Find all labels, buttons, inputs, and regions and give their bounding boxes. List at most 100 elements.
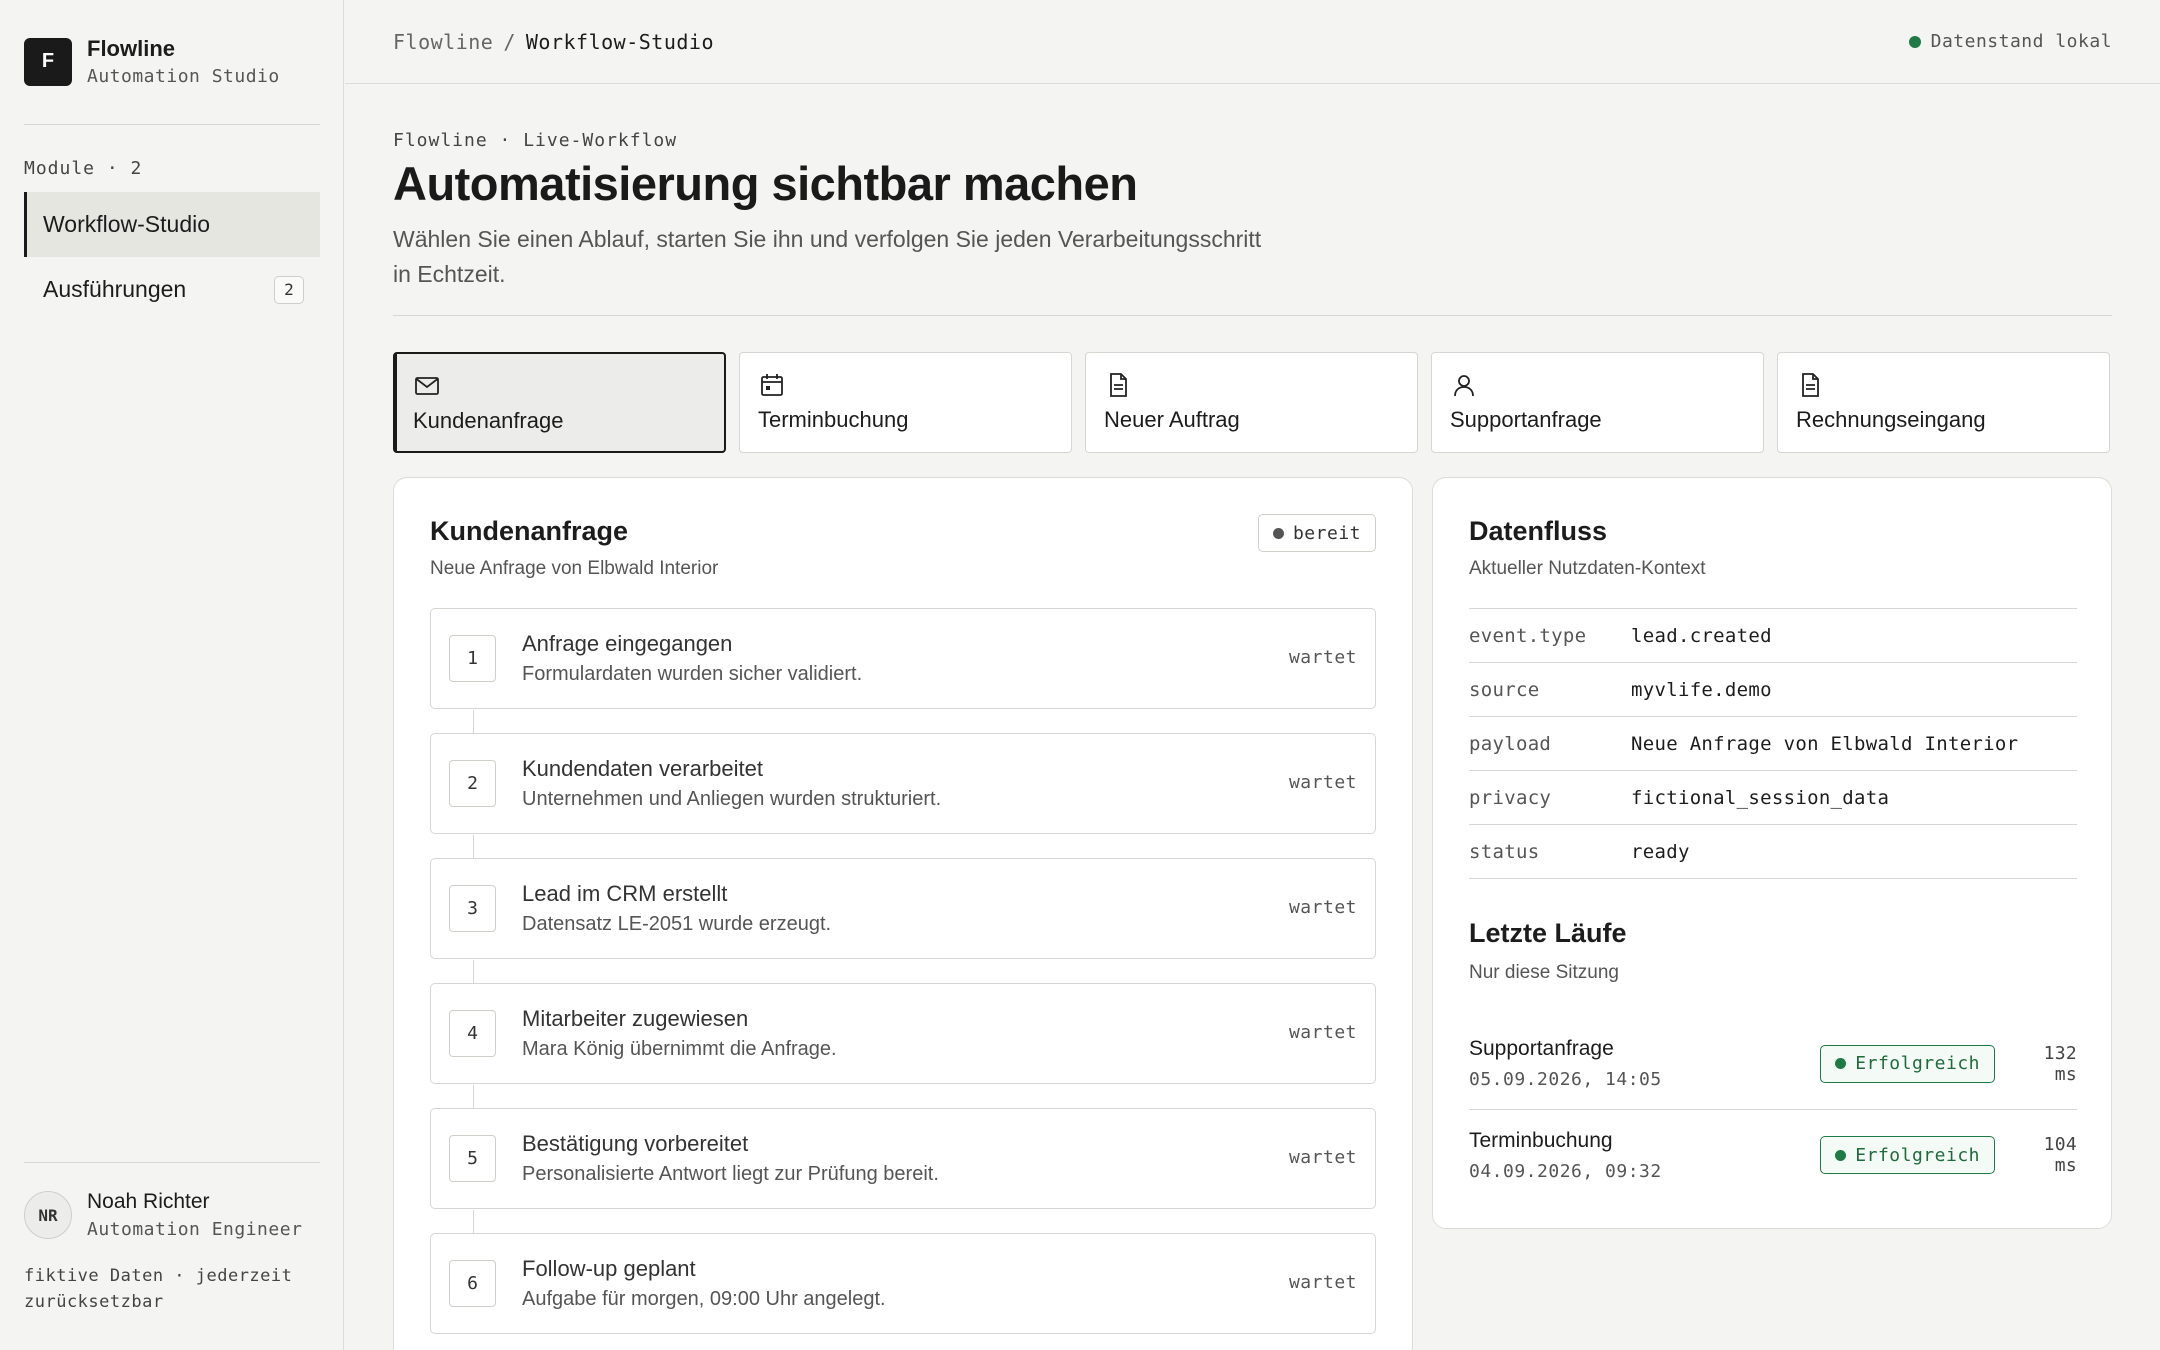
step-state: wartet [1288,647,1357,668]
header-divider [393,315,2112,316]
step-number: 2 [449,760,496,807]
payload-table: event.type lead.created source myvlife.d… [1469,608,2077,879]
page-eyebrow: Flowline · Live-Workflow [393,130,678,151]
payload-row: status ready [1469,825,2077,879]
recent-runs-list: Supportanfrage 05.09.2026, 14:05 Erfolgr… [1469,1018,2077,1200]
sidebar-divider [24,124,320,125]
workflow-card-label: Neuer Auftrag [1104,407,1240,432]
sidebar-nav: Workflow-Studio Ausführungen 2 [24,192,320,322]
step-connector [473,1085,474,1109]
breadcrumb: Flowline / Workflow-Studio [393,30,714,54]
step-description: Formulardaten wurden sicher validiert. [522,663,863,685]
workflow-card-kundenanfrage[interactable]: Kundenanfrage [393,352,726,453]
list-item[interactable]: Terminbuchung 04.09.2026, 09:32 Erfolgre… [1469,1109,2077,1200]
step-number: 1 [449,635,496,682]
status-dot-icon [1835,1058,1847,1069]
step-title: Lead im CRM erstellt [522,881,728,906]
data-state-indicator: Datenstand lokal [1908,31,2112,52]
mail-icon [415,377,439,395]
count-badge: 2 [274,275,304,304]
run-date: 04.09.2026, 09:32 [1469,1160,1662,1182]
run-duration: 104 ms [2043,1134,2077,1176]
payload-key: payload [1469,732,1552,755]
payload-row: event.type lead.created [1469,609,2077,663]
page-title: Automatisierung sichtbar machen [393,157,1138,210]
step-title: Kundendaten verarbeitet [522,756,763,781]
step-description: Unternehmen und Anliegen wurden struktur… [522,788,942,810]
payload-key: event.type [1469,624,1587,647]
payload-value: lead.created [1631,624,1772,647]
data-flow-subtitle: Aktueller Nutzdaten-Kontext [1469,558,1706,579]
sidebar-item-label: Workflow-Studio [43,211,211,237]
status-dot-icon [1835,1149,1847,1161]
topbar: Flowline / Workflow-Studio Datenstand loka… [345,0,2160,84]
data-state-label: Datenstand lokal [1930,31,2112,52]
footnote: fiktive Daten · jederzeit zurücksetzbar [24,1266,293,1312]
step-number: 6 [449,1260,496,1307]
workflow-card-label: Rechnungseingang [1796,407,1986,432]
sidebar-item-ausfuehrungen[interactable]: Ausführungen 2 [24,257,320,322]
workflow-card-label: Supportanfrage [1450,407,1602,432]
payload-value: myvlife.demo [1631,678,1772,701]
step-state: wartet [1288,772,1357,793]
status-badge: Erfolgreich [1820,1136,1995,1174]
payload-key: privacy [1469,786,1552,809]
user-name: Noah Richter [87,1190,210,1213]
user-profile[interactable]: NR Noah Richter Automation Engineer [24,1190,302,1240]
payload-row: privacy fictional_session_data [1469,771,2077,825]
workflow-step: 3 Lead im CRM erstellt Datensatz LE-2051… [430,858,1376,984]
data-flow-panel: Datenfluss Aktueller Nutzdaten-Kontext e… [1432,477,2112,1229]
workflow-card-neuer-auftrag[interactable]: Neuer Auftrag [1085,352,1418,453]
sidebar: F Flowline Automation Studio Module · 2 … [0,0,344,1350]
calendar-icon [761,374,783,396]
run-name: Terminbuchung [1469,1128,1613,1152]
status-badge-label: Erfolgreich [1855,1144,1980,1166]
step-description: Aufgabe für morgen, 09:00 Uhr angelegt. [522,1288,886,1310]
workflow-panel-title: Kundenanfrage [430,516,629,546]
status-dot-icon [1908,35,1921,48]
workflow-step: 6 Follow-up geplant Aufgabe für morgen, … [430,1233,1376,1334]
step-connector [473,1210,474,1234]
step-state: wartet [1288,1022,1357,1043]
breadcrumb-current: Workflow-Studio [525,29,714,54]
list-item[interactable]: Supportanfrage 05.09.2026, 14:05 Erfolgr… [1469,1018,2077,1109]
payload-key: source [1469,678,1540,701]
step-connector [473,960,474,984]
payload-row: payload Neue Anfrage von Elbwald Interio… [1469,717,2077,771]
brand[interactable]: F Flowline Automation Studio [24,36,280,87]
recent-runs-title: Letzte Läufe [1469,918,1627,948]
step-connector [473,710,474,734]
status-badge: Erfolgreich [1820,1044,1995,1083]
sidebar-item-label: Ausführungen [43,276,187,302]
payload-value: Neue Anfrage von Elbwald Interior [1631,732,2019,755]
data-flow-title: Datenfluss [1469,516,1608,546]
breadcrumb-root[interactable]: Flowline [393,30,493,54]
step-title: Follow-up geplant [522,1256,696,1281]
page-description: Wählen Sie einen Ablauf, starten Sie ihn… [393,226,1262,287]
workflow-card-label: Terminbuchung [758,407,909,432]
step-state: wartet [1288,897,1357,918]
recent-runs-subtitle: Nur diese Sitzung [1469,962,1619,983]
brand-subtitle: Automation Studio [87,66,280,87]
sidebar-item-workflow-studio[interactable]: Workflow-Studio [24,192,320,257]
status-badge: bereit [1257,514,1376,552]
step-title: Anfrage eingegangen [522,631,733,656]
step-state: wartet [1288,1272,1357,1293]
workflow-step: 5 Bestätigung vorbereitet Personalisiert… [430,1108,1376,1234]
workflow-card-label: Kundenanfrage [413,408,564,433]
user-role: Automation Engineer [87,1219,303,1240]
avatar: NR [24,1191,72,1239]
workflow-panel-subtitle: Neue Anfrage von Elbwald Interior [430,558,719,579]
workflow-card-rechnungseingang[interactable]: Rechnungseingang [1777,352,2110,453]
workflow-card-terminbuchung[interactable]: Terminbuchung [739,352,1072,453]
document-icon [1802,373,1819,397]
step-title: Mitarbeiter zugewiesen [522,1006,749,1031]
workflow-panel: Kundenanfrage Neue Anfrage von Elbwald I… [393,477,1413,1350]
step-title: Bestätigung vorbereitet [522,1131,749,1156]
step-description: Mara König übernimmt die Anfrage. [522,1038,837,1060]
workflow-step: 2 Kundendaten verarbeitet Unternehmen un… [430,733,1376,859]
workflow-card-supportanfrage[interactable]: Supportanfrage [1431,352,1764,453]
payload-row: source myvlife.demo [1469,663,2077,717]
sidebar-divider [24,1162,320,1163]
payload-value: fictional_session_data [1631,786,1890,809]
